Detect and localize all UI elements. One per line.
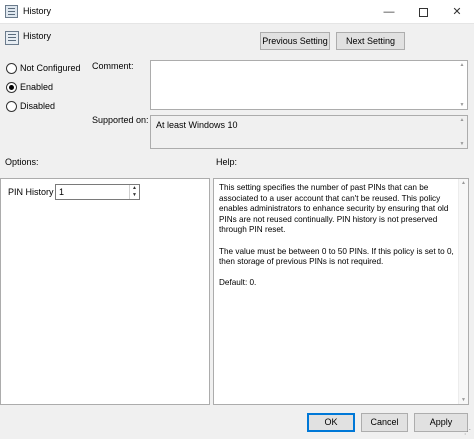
supported-on-value: At least Windows 10 xyxy=(156,120,238,130)
help-heading: Help: xyxy=(216,157,238,167)
supported-scrollbar[interactable]: ▲ ▼ xyxy=(458,116,467,148)
minimize-button[interactable]: — xyxy=(372,0,406,24)
scroll-down-icon[interactable]: ▼ xyxy=(458,101,466,109)
minimize-icon: — xyxy=(383,6,395,18)
radio-enabled[interactable]: Enabled xyxy=(6,81,96,95)
radio-circle[interactable] xyxy=(6,63,17,74)
supported-on-field: At least Windows 10 xyxy=(150,115,468,149)
help-paragraph: The value must be between 0 to 50 PINs. … xyxy=(219,246,454,267)
maximize-icon xyxy=(418,7,428,17)
help-text: This setting specifies the number of pas… xyxy=(219,183,457,300)
help-panel: This setting specifies the number of pas… xyxy=(213,178,469,405)
scroll-down-icon[interactable]: ▼ xyxy=(458,140,466,148)
radio-label: Enabled xyxy=(20,82,54,92)
close-icon: ✕ xyxy=(452,6,462,18)
radio-circle[interactable] xyxy=(6,82,17,93)
radio-label: Not Configured xyxy=(20,63,81,73)
radio-circle[interactable] xyxy=(6,101,17,112)
help-scrollbar[interactable]: ▲ ▼ xyxy=(458,179,468,404)
comment-label: Comment: xyxy=(92,61,134,71)
cancel-button[interactable]: Cancel xyxy=(361,413,408,432)
radio-label: Disabled xyxy=(20,101,56,111)
pin-history-spinbox[interactable]: 1 ▲ ▼ xyxy=(55,184,140,200)
policy-setting-icon xyxy=(5,31,19,45)
apply-button[interactable]: Apply xyxy=(414,413,468,432)
scroll-up-icon[interactable]: ▲ xyxy=(458,116,466,124)
spin-buttons: ▲ ▼ xyxy=(129,185,139,199)
comment-textarea[interactable] xyxy=(150,60,468,110)
title-bar: History — ✕ xyxy=(0,0,474,24)
pin-history-label: PIN History xyxy=(8,187,54,197)
scroll-down-icon[interactable]: ▼ xyxy=(459,396,468,404)
comment-scrollbar[interactable]: ▲ ▼ xyxy=(458,61,467,109)
help-paragraph: Default: 0. xyxy=(219,278,257,288)
pin-history-value[interactable]: 1 xyxy=(59,187,64,197)
policy-name: History xyxy=(23,31,52,41)
window-title: History xyxy=(23,6,52,16)
previous-setting-button[interactable]: Previous Setting xyxy=(260,32,330,50)
maximize-button[interactable] xyxy=(406,0,440,24)
policy-window-icon xyxy=(5,5,18,18)
spin-down-icon[interactable]: ▼ xyxy=(130,192,139,199)
supported-on-label: Supported on: xyxy=(92,115,149,125)
resize-grip-icon[interactable]: ⋰ xyxy=(464,429,472,437)
ok-button[interactable]: OK xyxy=(307,413,355,432)
radio-disabled[interactable]: Disabled xyxy=(6,100,96,114)
help-paragraph: This setting specifies the number of pas… xyxy=(219,183,449,235)
next-setting-button[interactable]: Next Setting xyxy=(336,32,405,50)
scroll-up-icon[interactable]: ▲ xyxy=(459,179,468,187)
spin-up-icon[interactable]: ▲ xyxy=(130,185,139,192)
options-heading: Options: xyxy=(5,157,39,167)
radio-not-configured[interactable]: Not Configured xyxy=(6,62,96,76)
scroll-up-icon[interactable]: ▲ xyxy=(458,61,466,69)
options-panel: PIN History 1 ▲ ▼ xyxy=(0,178,210,405)
close-button[interactable]: ✕ xyxy=(440,0,474,24)
